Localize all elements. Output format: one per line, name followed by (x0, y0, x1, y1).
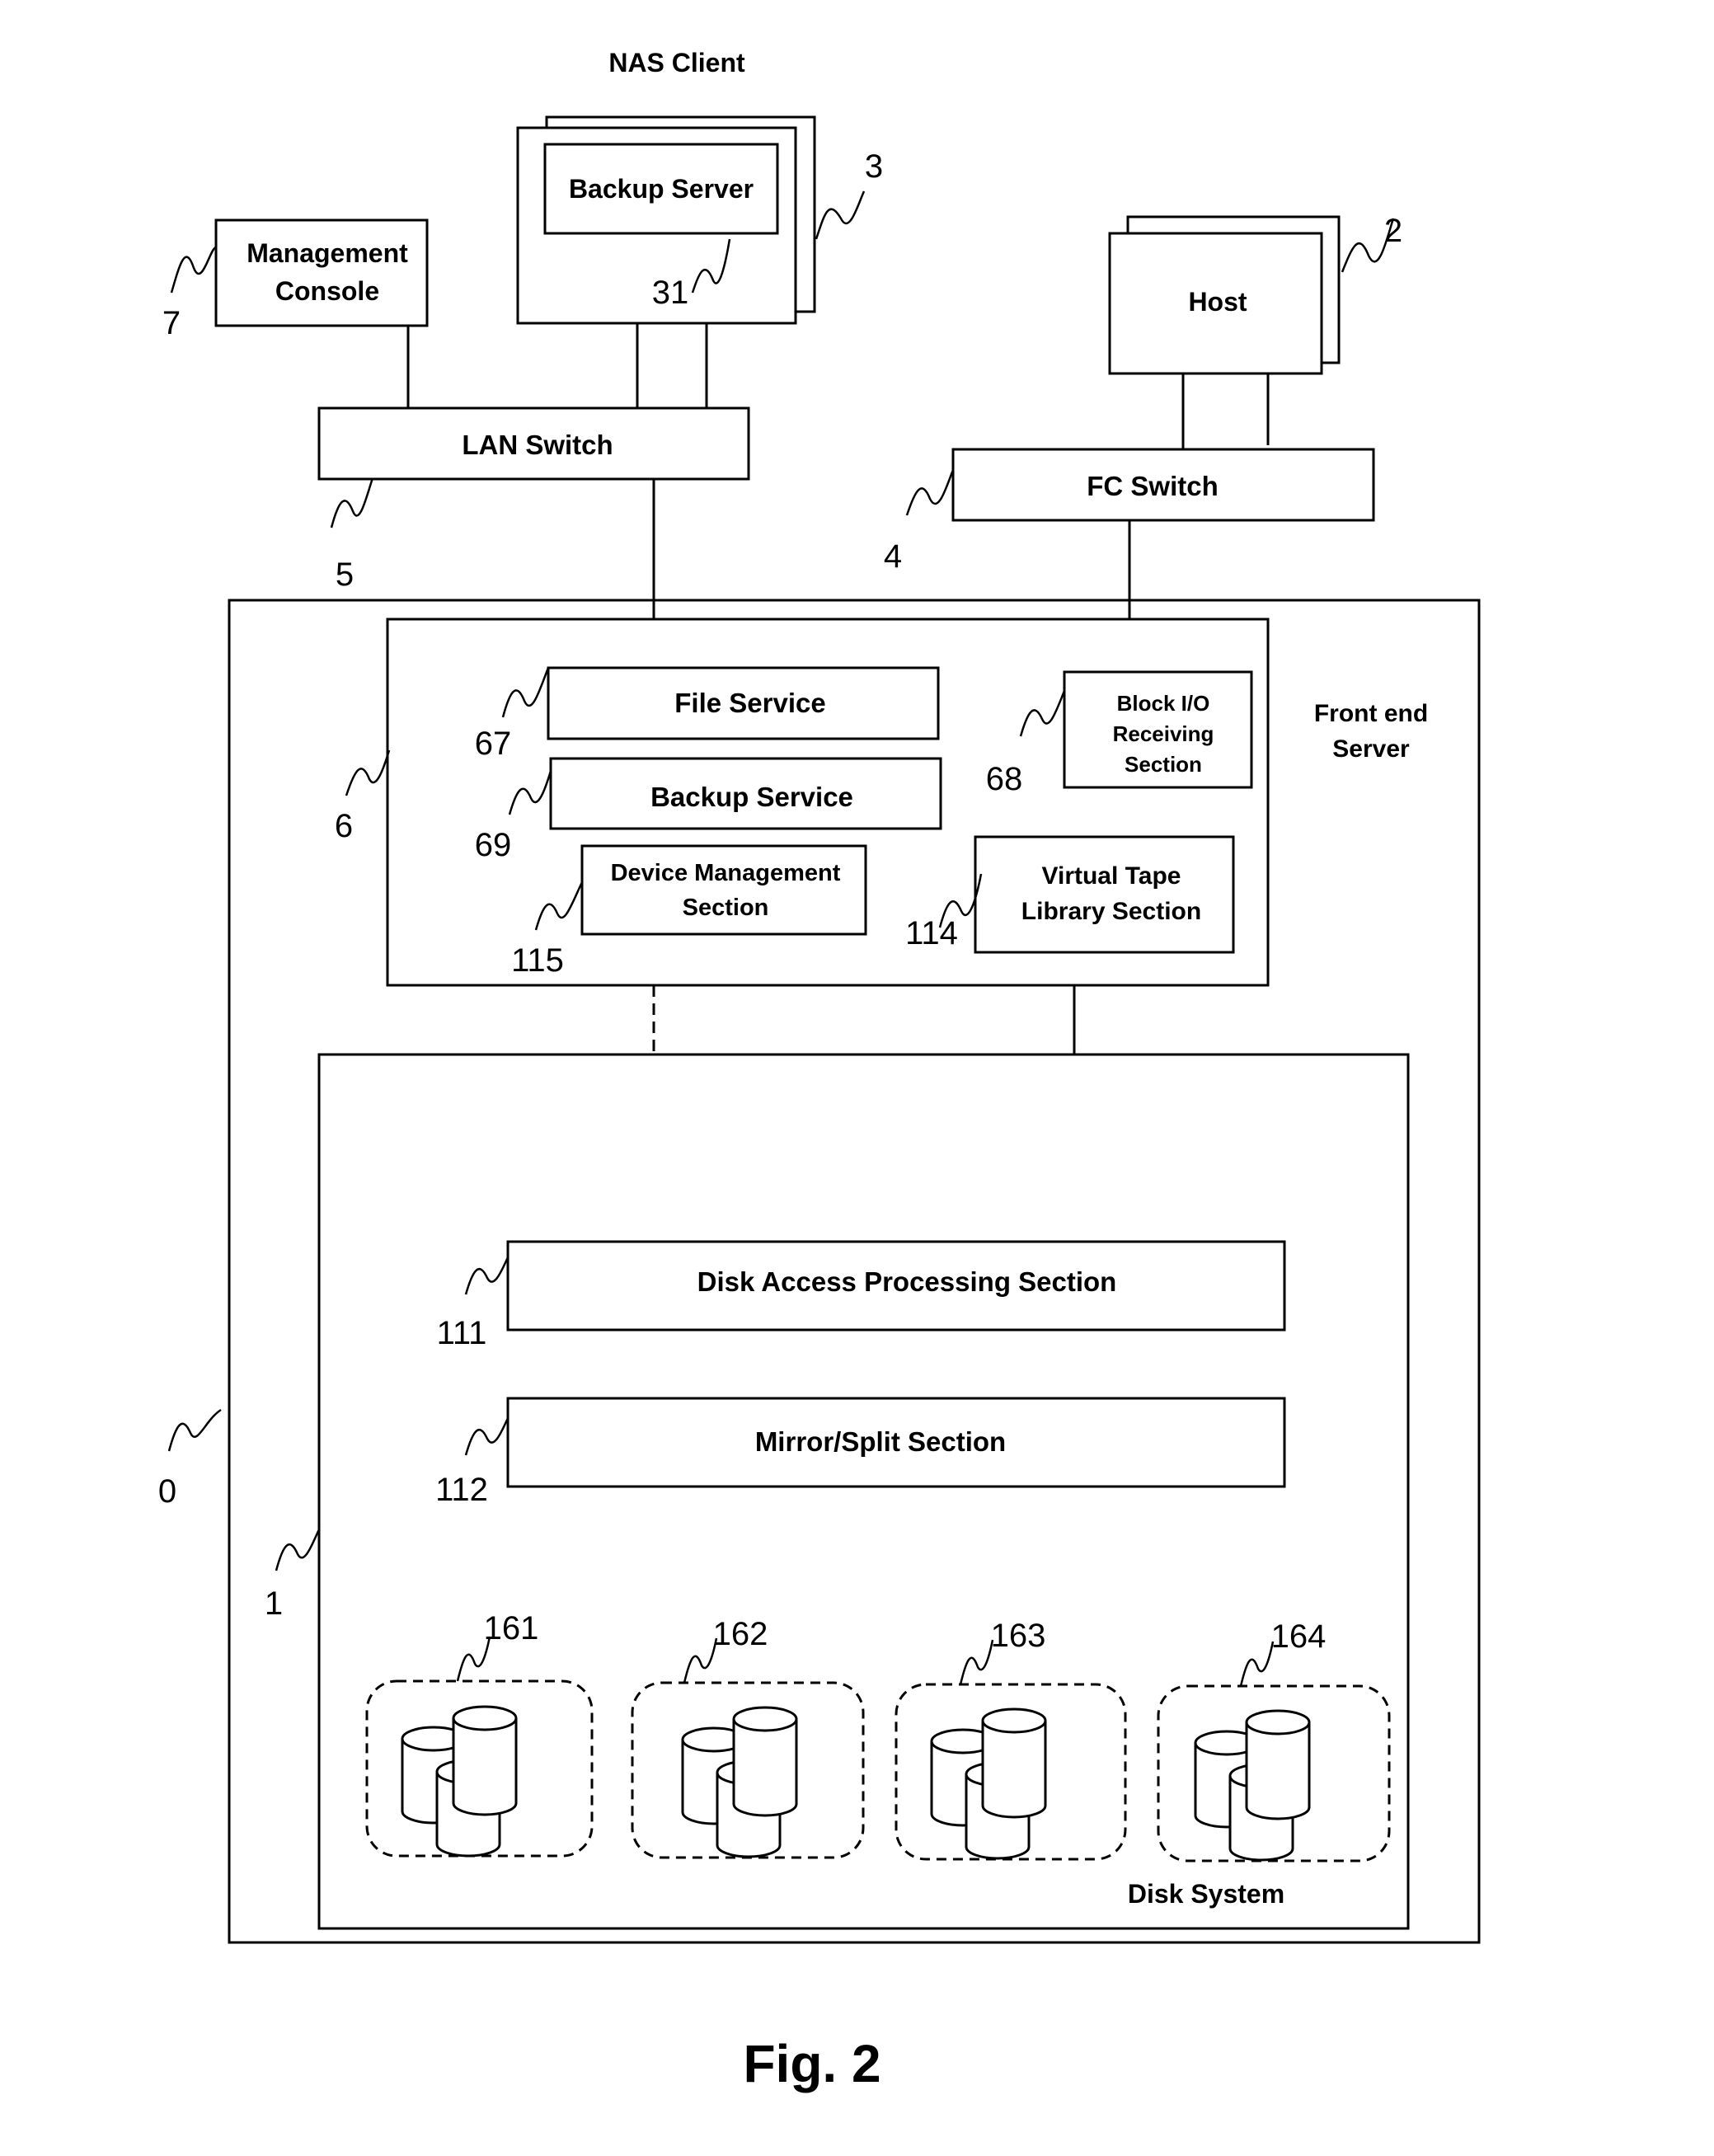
ref-nas-client: 3 (865, 148, 883, 185)
ref-backup-server: 31 (652, 275, 689, 311)
front-end-server-label-2: Server (1332, 735, 1410, 763)
disk-drives-icon (401, 1705, 518, 1858)
virtual-tape-box (974, 835, 1235, 954)
ref-disk-group-162: 162 (713, 1616, 768, 1652)
disk-drives-icon (1194, 1709, 1311, 1862)
disk-access-label: Disk Access Processing Section (697, 1266, 1117, 1297)
mirror-split-label: Mirror/Split Section (755, 1426, 1006, 1457)
ref-device-management: 115 (511, 942, 564, 979)
ref-management-console: 7 (162, 305, 181, 341)
disk-system-label: Disk System (1128, 1879, 1284, 1909)
backup-server-label: Backup Server (569, 174, 754, 204)
ref-disk-group-161: 161 (484, 1610, 539, 1646)
ref-disk-group-163: 163 (991, 1618, 1046, 1654)
ref-file-service: 67 (475, 726, 512, 762)
ref-disk-access: 111 (437, 1315, 487, 1351)
system-diagram: NAS Client Management Console Backup Ser… (158, 48, 1481, 2093)
device-management-label-2: Section (683, 895, 769, 921)
disk-drives-icon (930, 1707, 1047, 1860)
ref-fc-switch: 4 (884, 538, 902, 575)
ref-block-io: 68 (986, 761, 1023, 797)
ref-mirror-split: 112 (435, 1472, 488, 1508)
device-management-label-1: Device Management (611, 860, 841, 886)
ref-lan-switch: 5 (336, 557, 354, 593)
ref-backup-service: 69 (475, 827, 512, 863)
management-console-label-1: Management (247, 238, 408, 268)
block-io-label-2: Receiving (1113, 721, 1214, 746)
file-service-label: File Service (674, 688, 825, 718)
fc-switch-label: FC Switch (1087, 471, 1219, 501)
host-label: Host (1188, 287, 1247, 317)
nas-client-label: NAS Client (608, 48, 745, 78)
virtual-tape-label-1: Virtual Tape (1042, 862, 1181, 890)
ref-disk-group-164: 164 (1271, 1618, 1327, 1655)
front-end-server-label-1: Front end (1314, 700, 1428, 727)
management-console-label-2: Console (275, 276, 379, 306)
ref-front-end-server: 6 (335, 808, 353, 844)
ref-disk-system: 1 (265, 1585, 283, 1622)
ref-host: 2 (1384, 213, 1402, 249)
management-console-box (214, 218, 429, 327)
virtual-tape-label-2: Library Section (1021, 898, 1201, 925)
figure-caption: Fig. 2 (743, 2034, 880, 2093)
ref-system: 0 (158, 1473, 176, 1510)
backup-service-label: Backup Service (650, 782, 853, 812)
block-io-label-1: Block I/O (1117, 691, 1210, 716)
block-io-label-3: Section (1125, 752, 1202, 777)
disk-drives-icon (681, 1706, 798, 1858)
ref-virtual-tape: 114 (905, 915, 958, 951)
lan-switch-label: LAN Switch (462, 430, 613, 460)
